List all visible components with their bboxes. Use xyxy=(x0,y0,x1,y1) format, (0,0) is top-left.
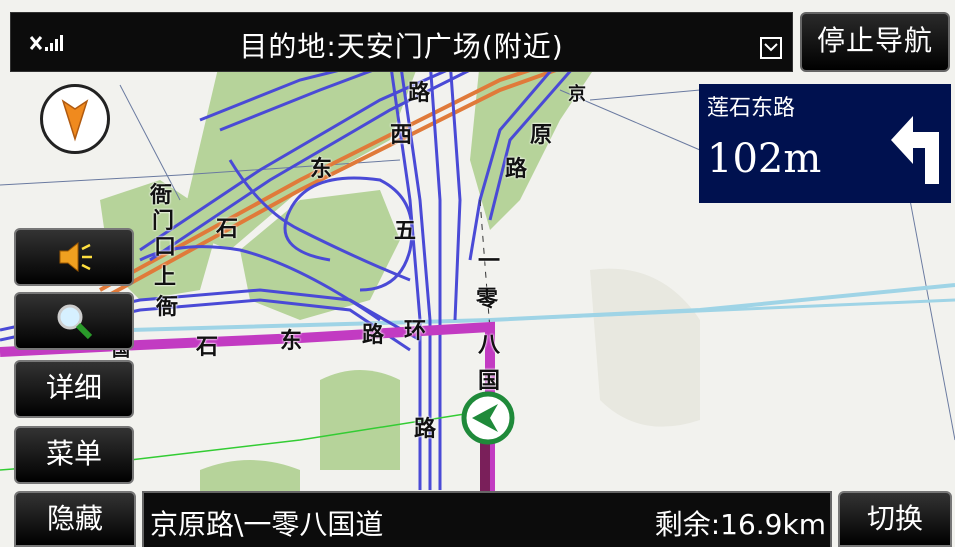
map-label: 原 xyxy=(530,122,553,148)
compass-icon[interactable] xyxy=(40,84,110,154)
map-label: 口 xyxy=(154,234,177,260)
menu-button[interactable]: 菜单 xyxy=(14,426,134,484)
map-label: 五 xyxy=(394,218,417,244)
current-road-name: 京原路\一零八国道 xyxy=(150,508,384,541)
map-label: 京 xyxy=(568,84,586,105)
map-label: 零 xyxy=(476,286,499,312)
remaining-distance: 剩余:16.9km xyxy=(654,508,826,541)
switch-button[interactable]: 切换 xyxy=(838,491,952,547)
magnifier-icon xyxy=(54,303,94,340)
detail-button[interactable]: 详细 xyxy=(14,360,134,418)
turn-distance: 102m xyxy=(707,136,822,182)
turn-left-arrow-icon xyxy=(879,106,949,190)
map-label: 环 xyxy=(404,318,427,344)
map-label: 衙 xyxy=(150,182,173,208)
stop-navigation-button[interactable]: 停止导航 xyxy=(800,12,950,72)
next-turn-panel: 莲石东路 102m xyxy=(699,84,951,203)
hide-button[interactable]: 隐藏 xyxy=(14,491,136,547)
dropdown-icon[interactable] xyxy=(760,37,782,59)
map-label: 路 xyxy=(362,322,385,348)
map-label: 上 xyxy=(154,264,177,290)
map-label: 西 xyxy=(390,122,413,148)
speaker-icon xyxy=(54,239,94,273)
map-label: 东 xyxy=(280,328,303,354)
current-road-bar: 京原路\一零八国道 剩余:16.9km xyxy=(142,491,832,547)
map-label: 国 xyxy=(478,368,501,394)
map-label: 一 xyxy=(478,248,501,274)
map-label: 石 xyxy=(196,334,219,360)
map-label: 门 xyxy=(152,208,175,234)
map-label: 衙 xyxy=(156,294,179,320)
next-road-name: 莲石东路 xyxy=(707,96,796,121)
map-label: 八 xyxy=(478,332,501,358)
map-label: 路 xyxy=(414,416,437,442)
map-label: 路 xyxy=(408,80,431,106)
destination-bar: 目的地:天安门广场(附近) xyxy=(10,12,793,72)
zoom-button[interactable] xyxy=(14,292,134,350)
destination-label: 目的地:天安门广场(附近) xyxy=(239,30,564,63)
map-label: 东 xyxy=(310,156,333,182)
map-label: 石 xyxy=(216,216,239,242)
map-label: 路 xyxy=(505,156,528,182)
volume-button[interactable] xyxy=(14,228,134,286)
